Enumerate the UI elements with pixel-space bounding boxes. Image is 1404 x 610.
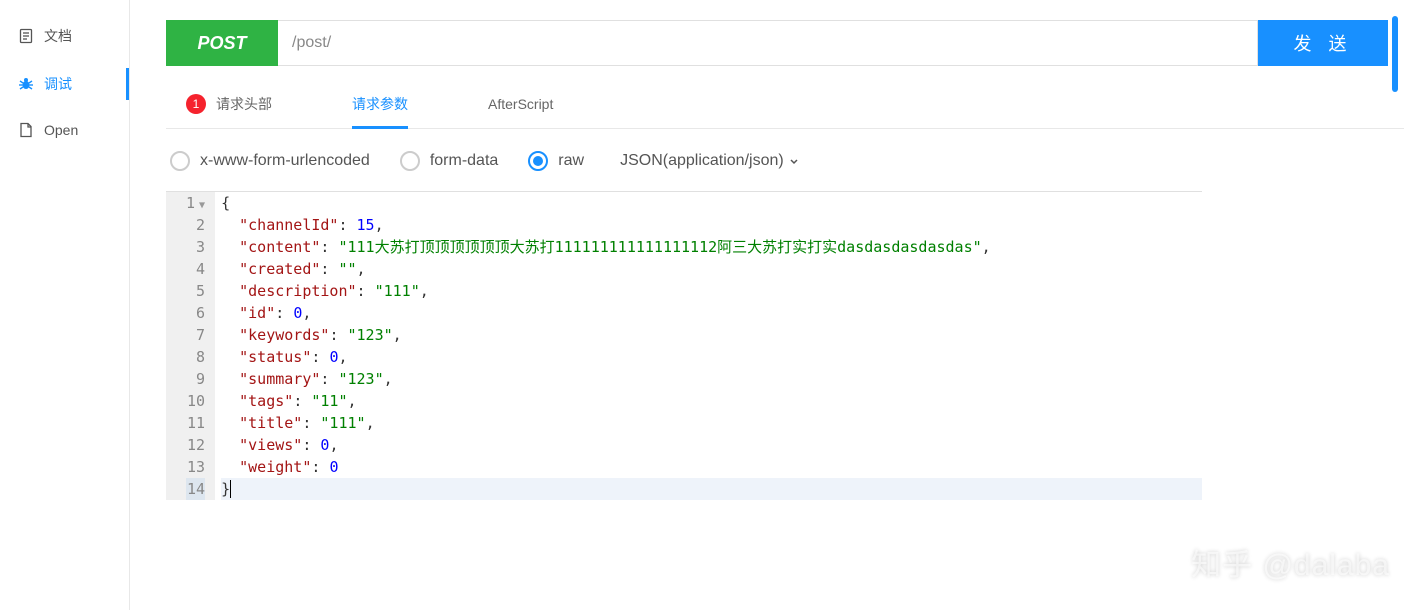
watermark-text: 知乎 @dalaba	[1191, 540, 1390, 584]
radio-icon	[170, 151, 190, 171]
sidebar-item-open[interactable]: Open	[0, 108, 129, 152]
radio-icon	[400, 151, 420, 171]
sidebar-item-label: Open	[44, 122, 78, 138]
radio-formdata[interactable]: form-data	[400, 151, 498, 171]
sidebar-item-label: 文档	[44, 26, 72, 46]
main-panel: POST 发 送 1 请求头部 请求参数 AfterScript x-www-f…	[130, 0, 1404, 610]
radio-urlencoded[interactable]: x-www-form-urlencoded	[170, 151, 370, 171]
radio-label: form-data	[430, 152, 498, 170]
radio-icon	[528, 151, 548, 171]
tab-afterscript[interactable]: AfterScript	[488, 94, 553, 128]
tab-label: 请求参数	[352, 94, 408, 114]
sidebar-item-debug[interactable]: 调试	[0, 60, 129, 108]
scrollbar-thumb[interactable]	[1392, 16, 1398, 92]
bug-icon	[18, 76, 34, 92]
content-type-label: JSON(application/json)	[620, 152, 784, 170]
sidebar-item-doc[interactable]: 文档	[0, 12, 129, 60]
radio-label: raw	[558, 152, 584, 170]
url-bar: POST 发 送	[166, 20, 1388, 66]
radio-label: x-www-form-urlencoded	[200, 152, 370, 170]
tab-params[interactable]: 请求参数	[352, 94, 408, 128]
http-method-select[interactable]: POST	[166, 20, 278, 66]
json-editor[interactable]: 1▼234567891011121314 { "channelId": 15, …	[166, 191, 1202, 500]
sidebar: 文档 调试 Open	[0, 0, 130, 610]
tab-label: 请求头部	[216, 94, 272, 114]
headers-count-badge: 1	[186, 94, 206, 114]
request-tabs: 1 请求头部 请求参数 AfterScript	[166, 94, 1404, 129]
doc-icon	[18, 28, 34, 44]
tab-headers[interactable]: 1 请求头部	[186, 94, 272, 128]
editor-gutter: 1▼234567891011121314	[166, 192, 215, 500]
chevron-down-icon	[788, 155, 800, 167]
send-button[interactable]: 发 送	[1258, 20, 1388, 66]
body-type-row: x-www-form-urlencoded form-data raw JSON…	[166, 129, 1404, 191]
url-input[interactable]	[278, 20, 1258, 66]
tab-label: AfterScript	[488, 96, 553, 112]
radio-raw[interactable]: raw	[528, 151, 584, 171]
sidebar-item-label: 调试	[44, 74, 72, 94]
editor-code[interactable]: { "channelId": 15, "content": "111大苏打顶顶顶…	[215, 192, 1202, 500]
content-type-select[interactable]: JSON(application/json)	[620, 152, 800, 170]
file-icon	[18, 122, 34, 138]
